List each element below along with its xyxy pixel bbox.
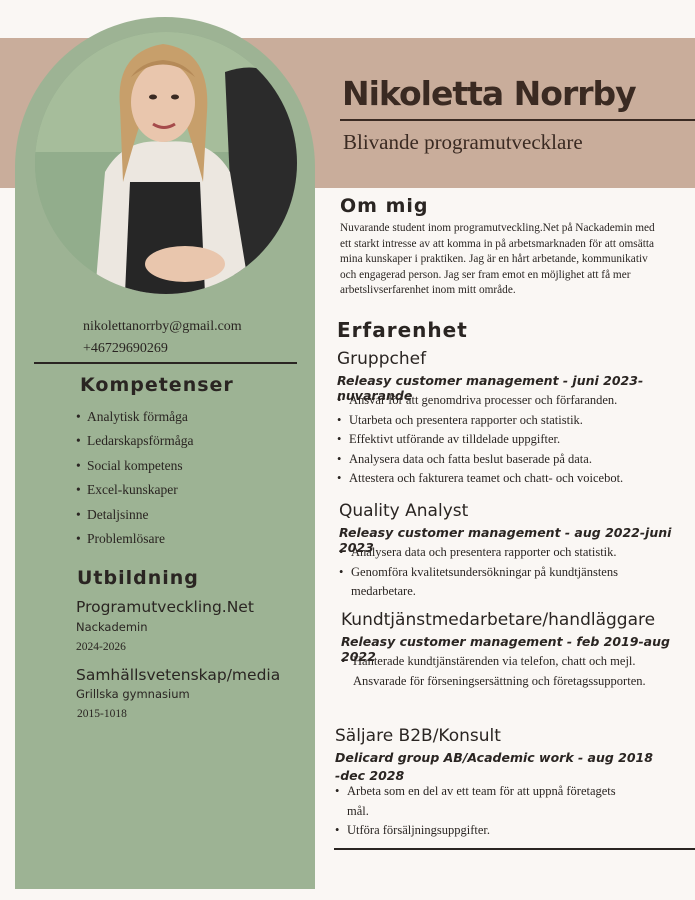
- profile-photo: [35, 32, 297, 294]
- list-item: Utföra försäljningsuppgifter.: [335, 821, 620, 841]
- contact-divider: [34, 362, 297, 364]
- education-heading: Utbildning: [77, 567, 199, 589]
- job-bullet-list: Ansvar för att genomdriva processer och …: [337, 391, 692, 489]
- job-meta: Delicard group AB/Academic work - aug 20…: [335, 750, 653, 783]
- education-title: Programutveckling.Net: [76, 598, 254, 616]
- candidate-name: Nikoletta Norrby: [342, 74, 637, 113]
- education-school: Grillska gymnasium: [76, 687, 190, 701]
- job-title: Säljare B2B/Konsult: [335, 726, 501, 746]
- job-title: Gruppchef: [337, 349, 427, 369]
- list-item: Genomföra kvalitetsundersökningar på kun…: [339, 563, 671, 602]
- about-heading: Om mig: [340, 195, 429, 217]
- list-item: Utarbeta och presentera rapporter och st…: [337, 411, 692, 431]
- list-item: Effektivt utförande av tilldelade uppgif…: [337, 430, 692, 450]
- job-bullet-list: Arbeta som en del av ett team för att up…: [335, 782, 620, 841]
- skills-heading: Kompetenser: [80, 374, 234, 396]
- job-title: Quality Analyst: [339, 501, 469, 521]
- job-title-headline: Blivande programutvecklare: [343, 130, 583, 154]
- job-title: Kundtjänstmedarbetare/handläggare: [341, 610, 656, 630]
- list-item: Ansvar för att genomdriva processer och …: [337, 391, 692, 411]
- skill-item: Excel-kunskaper: [76, 481, 193, 505]
- skills-list: Analytisk förmåga Ledarskapsförmåga Soci…: [76, 408, 193, 554]
- list-item: Analysera data och fatta beslut baserade…: [337, 450, 692, 470]
- about-text: Nuvarande student inom programutveckling…: [340, 222, 655, 296]
- education-years: 2024-2026: [76, 641, 126, 653]
- skill-item: Social kompetens: [76, 457, 193, 481]
- bottom-divider: [334, 848, 695, 850]
- education-school: Nackademin: [76, 620, 148, 634]
- skill-item: Problemlösare: [76, 530, 193, 554]
- list-item: Hanterade kundtjänstärenden via telefon,…: [341, 652, 663, 691]
- education-years: 2015-1018: [77, 708, 127, 720]
- skill-item: Detaljsinne: [76, 506, 193, 530]
- contact-phone[interactable]: +46729690269: [83, 341, 168, 357]
- name-divider: [340, 119, 695, 121]
- skill-item: Analytisk förmåga: [76, 408, 193, 432]
- skill-item: Ledarskapsförmåga: [76, 432, 193, 456]
- job-bullet-list: Analysera data och presentera rapporter …: [339, 543, 671, 602]
- education-title: Samhällsvetenskap/media: [76, 666, 281, 684]
- list-item: Arbeta som en del av ett team för att up…: [335, 782, 620, 821]
- job-bullet-list: Hanterade kundtjänstärenden via telefon,…: [341, 652, 663, 691]
- experience-heading: Erfarenhet: [337, 318, 468, 342]
- contact-email[interactable]: nikolettanorrby@gmail.com: [83, 319, 242, 335]
- list-item: Attestera och fakturera teamet och chatt…: [337, 469, 692, 489]
- list-item: Analysera data och presentera rapporter …: [339, 543, 671, 563]
